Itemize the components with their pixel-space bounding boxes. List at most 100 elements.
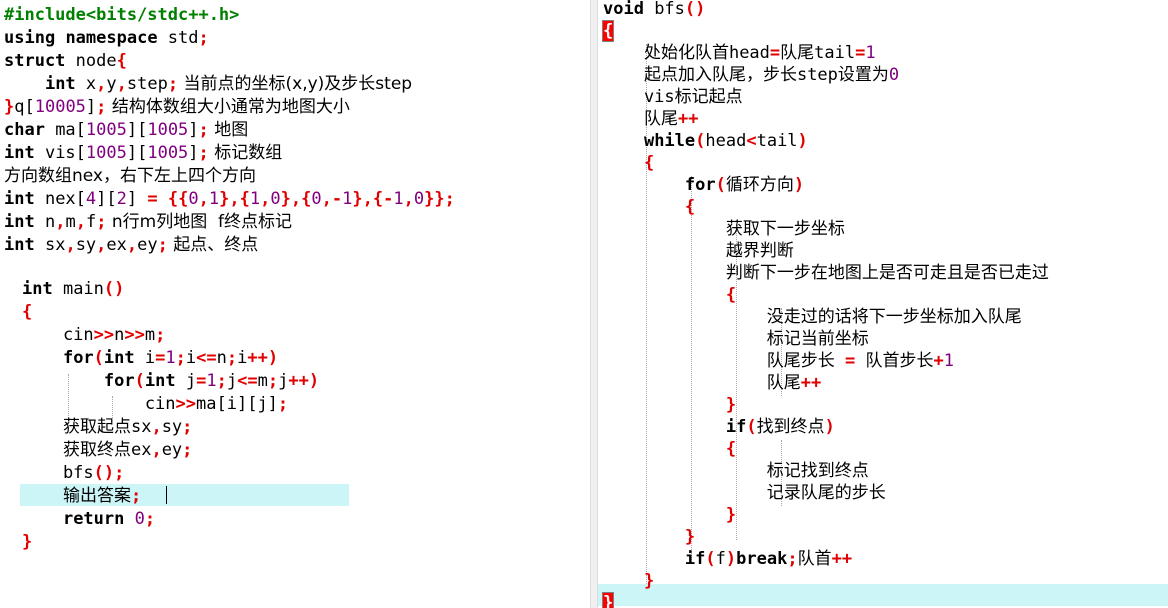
code-line[interactable]: return 0; <box>22 508 155 530</box>
code-text: { <box>601 20 615 42</box>
code-line[interactable]: if(找到终点) <box>603 416 835 438</box>
code-line[interactable]: int n,m,f; n行m列地图 f终点标记 <box>4 211 292 233</box>
code-line[interactable]: for(int i=1;i<=n;i++) <box>22 347 278 369</box>
code-text: cin>>n>>m; <box>22 325 166 345</box>
code-line[interactable]: char ma[1005][1005]; 地图 <box>4 119 248 141</box>
code-text: struct node{ <box>4 51 127 71</box>
code-line[interactable]: int main() <box>22 278 124 300</box>
code-text: int n,m,f; <box>4 212 107 232</box>
code-text: while(head<tail) <box>643 131 808 151</box>
code-text: int nex[4][2] = {{0,1},{1,0},{0,-1},{-1,… <box>4 189 455 209</box>
code-line[interactable]: } <box>603 570 654 592</box>
code-line[interactable]: vis标记起点 <box>603 86 743 108</box>
code-line[interactable]: { <box>603 438 736 460</box>
code-text: int x,y,step; <box>44 74 179 94</box>
code-line[interactable]: 起点加入队尾，步长step设置为0 <box>603 64 899 86</box>
code-line[interactable]: int nex[4][2] = {{0,1},{1,0},{0,-1},{-1,… <box>4 188 455 210</box>
code-text: { <box>684 197 696 217</box>
code-text: { <box>22 302 33 322</box>
code-line[interactable]: struct node{ <box>4 50 127 72</box>
code-line[interactable]: } <box>22 531 32 553</box>
code-line[interactable]: int x,y,step; 当前点的坐标(x,y)及步长step <box>4 73 412 95</box>
split-divider[interactable] <box>590 0 598 608</box>
code-line[interactable]: 获取下一步坐标 <box>603 218 845 240</box>
code-line[interactable]: for(循环方向) <box>603 174 804 196</box>
code-line[interactable]: } <box>603 526 695 548</box>
code-text: 记录队尾的步长 <box>766 483 886 503</box>
code-comment: 当前点的坐标(x,y)及步长step <box>178 74 413 94</box>
code-line[interactable]: } <box>603 504 736 526</box>
code-text: #include<bits/stdc++.h> <box>4 5 240 25</box>
code-line[interactable]: int sx,sy,ex,ey; 起点、终点 <box>4 234 258 256</box>
code-line[interactable]: { <box>22 301 32 323</box>
code-text: char ma[1005][1005]; <box>4 120 209 140</box>
matched-brace: } <box>601 592 615 608</box>
code-line[interactable]: 判断下一步在地图上是否可走且是否已走过 <box>603 262 1049 284</box>
code-text: int vis[1005][1005]; <box>4 143 209 163</box>
code-text: int sx,sy,ex,ey; <box>4 235 168 255</box>
code-line[interactable]: cin>>ma[i][j]; <box>22 393 288 415</box>
code-text: return 0; <box>62 509 156 529</box>
code-line[interactable]: cin>>n>>m; <box>22 324 165 346</box>
left-editor-pane[interactable]: #include<bits/stdc++.h> using namespace s… <box>0 0 590 608</box>
code-comment: 地图 <box>208 120 249 140</box>
code-text: }q[10005]; <box>4 97 107 117</box>
code-line[interactable]: { <box>601 20 615 42</box>
right-editor-pane[interactable]: void bfs(){ 处始化队首head=队尾tail=1 起点加入队尾，步长… <box>598 0 1168 608</box>
code-line[interactable]: { <box>603 284 736 306</box>
code-comment: 方向数组nex，右下左上四个方向 <box>4 166 256 186</box>
code-line[interactable]: void bfs() <box>603 0 705 20</box>
code-comment: n行m列地图 f终点标记 <box>106 212 292 232</box>
text-caret <box>166 486 167 504</box>
matched-brace: { <box>601 20 615 42</box>
code-text: for(int i=1;i<=n;i++) <box>62 348 279 368</box>
code-line[interactable]: } <box>601 592 615 608</box>
code-line[interactable]: { <box>603 152 654 174</box>
code-text: void bfs() <box>603 0 706 19</box>
code-line[interactable]: if(f)break;队首++ <box>603 548 852 570</box>
code-text: if(找到终点) <box>725 417 835 437</box>
code-text: 队尾步长 = 队首步长+1 <box>766 351 955 371</box>
code-comment: 起点、终点 <box>167 235 259 255</box>
code-text: 获取终点ex,ey; <box>62 440 193 460</box>
code-line[interactable]: { <box>603 196 695 218</box>
code-line[interactable]: 队尾++ <box>603 108 699 130</box>
code-text: } <box>22 532 33 552</box>
code-line[interactable]: int vis[1005][1005]; 标记数组 <box>4 142 282 164</box>
code-text: } <box>725 395 737 415</box>
code-text: for(循环方向) <box>684 175 805 195</box>
code-line[interactable]: 输出答案; <box>22 485 141 507</box>
code-line[interactable]: 获取终点ex,ey; <box>22 439 192 461</box>
code-text: 处始化队首head=队尾tail=1 <box>643 43 876 63</box>
code-line[interactable]: #include<bits/stdc++.h> <box>4 4 239 26</box>
code-line[interactable]: 处始化队首head=队尾tail=1 <box>603 42 876 64</box>
code-text: for(int j=1;j<=m;j++) <box>103 371 320 391</box>
code-text: if(f)break;队首++ <box>684 549 853 569</box>
code-text: { <box>725 439 737 459</box>
code-text: 越界判断 <box>725 241 794 261</box>
code-line[interactable]: }q[10005]; 结构体数组大小通常为地图大小 <box>4 96 350 118</box>
code-text: 标记找到终点 <box>766 461 869 481</box>
code-text: 判断下一步在地图上是否可走且是否已走过 <box>725 263 1049 283</box>
code-line[interactable]: 越界判断 <box>603 240 794 262</box>
code-text: cin>>ma[i][j]; <box>22 394 289 414</box>
code-line[interactable]: } <box>603 394 736 416</box>
code-line[interactable]: 队尾++ <box>603 372 822 394</box>
code-line[interactable]: 获取起点sx,sy; <box>22 416 192 438</box>
code-line[interactable]: 没走过的话将下一步坐标加入队尾 <box>603 306 1022 328</box>
current-line-highlight <box>598 584 1168 606</box>
code-line[interactable]: for(int j=1;j<=m;j++) <box>22 370 319 392</box>
code-text: { <box>725 285 737 305</box>
code-line[interactable]: while(head<tail) <box>603 130 808 152</box>
code-line[interactable]: bfs(); <box>22 462 124 484</box>
code-line[interactable]: 队尾步长 = 队首步长+1 <box>603 350 954 372</box>
code-line[interactable]: 方向数组nex，右下左上四个方向 <box>4 165 256 187</box>
code-text: 输出答案; <box>62 486 142 506</box>
code-text: 获取起点sx,sy; <box>62 417 193 437</box>
code-line[interactable]: 记录队尾的步长 <box>603 482 886 504</box>
code-line[interactable]: using namespace std; <box>4 27 209 49</box>
code-text: int main() <box>22 279 125 299</box>
code-comment: 标记数组 <box>208 143 283 163</box>
code-line[interactable]: 标记找到终点 <box>603 460 869 482</box>
code-line[interactable]: 标记当前坐标 <box>603 328 869 350</box>
